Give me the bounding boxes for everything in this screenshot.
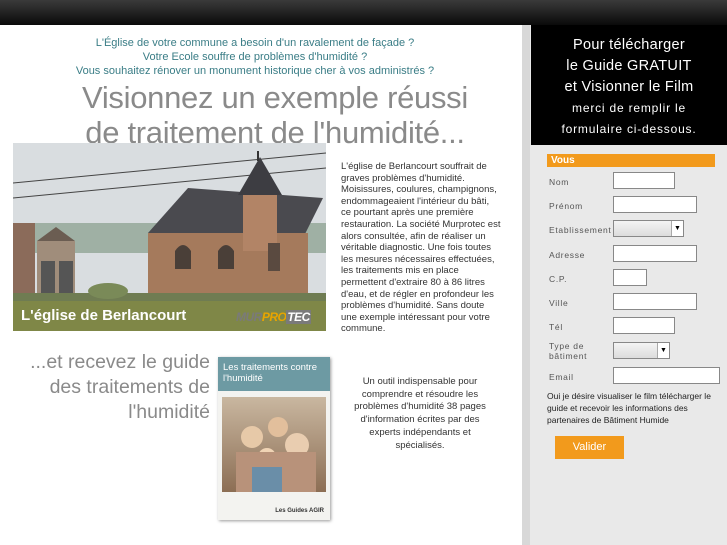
label-cp: C.P. [549, 274, 568, 284]
tel-input[interactable] [613, 317, 675, 334]
intro-line: Votre Ecole souffre de problèmes d'humid… [142, 51, 368, 63]
book-title: Les traitements contre l'humidité [223, 362, 317, 384]
nom-input[interactable] [613, 172, 675, 189]
top-bar [0, 0, 727, 25]
chevron-down-icon: ▼ [657, 343, 669, 358]
etablissement-select[interactable]: ▼ [613, 220, 684, 237]
book-family-photo [222, 397, 326, 492]
headline: Visionnez un exemple réussi de traitemen… [45, 80, 505, 150]
label-adresse: Adresse [549, 250, 586, 260]
book-brand: Les Guides AGIR [275, 508, 324, 514]
guide-heading-line: ...et recevez le guide [30, 351, 210, 373]
photo-caption-bar: L'église de Berlancourt MURPROTEC [13, 301, 326, 331]
label-tel: Tél [549, 322, 563, 332]
adresse-input[interactable] [613, 245, 697, 262]
intro-line: Vous souhaitez rénover un monument histo… [75, 65, 435, 77]
label-email: Email [549, 372, 574, 382]
cp-input[interactable] [613, 269, 647, 286]
guide-heading: ...et recevez le guide des traitements d… [10, 350, 210, 425]
label-type-batiment: Type de bâtiment [549, 341, 588, 361]
cta-line: le Guide GRATUIT [566, 58, 692, 74]
church-photo[interactable]: L'église de Berlancourt MURPROTEC [13, 143, 326, 331]
intro-line: L'Église de votre commune a besoin d'un … [95, 37, 415, 49]
photo-caption: L'église de Berlancourt [21, 307, 187, 324]
label-nom: Nom [549, 177, 570, 187]
cta-line: merci de remplir le [572, 101, 686, 115]
label-ville: Ville [549, 298, 569, 308]
label-etablissement: Etablissement [549, 225, 612, 235]
ville-input[interactable] [613, 293, 697, 310]
cta-line: formulaire ci-dessous. [561, 122, 697, 136]
column-divider [522, 25, 530, 545]
book-header: Les traitements contre l'humidité [218, 357, 330, 391]
story-text: L'église de Berlancourt souffrait de gra… [341, 161, 501, 335]
intro-questions: L'Église de votre commune a besoin d'un … [0, 36, 510, 78]
label-prenom: Prénom [549, 201, 583, 211]
cta-line: et Visionner le Film [564, 79, 694, 95]
cta-line: Pour télécharger [573, 37, 685, 53]
murprotec-logo: MURPROTEC [236, 310, 311, 324]
type-batiment-select[interactable]: ▼ [613, 342, 670, 359]
submit-button[interactable]: Valider [555, 436, 624, 459]
consent-text: Oui je désire visualiser le film télécha… [547, 391, 711, 425]
email-input[interactable] [613, 367, 720, 384]
guide-description: Un outil indispensable pour comprendre e… [354, 376, 486, 451]
chevron-down-icon: ▼ [671, 221, 683, 236]
cta-box: Pour télécharger le Guide GRATUIT et Vis… [531, 25, 727, 145]
form-section-header: Vous [547, 154, 715, 167]
guide-book-cover[interactable]: Les traitements contre l'humidité Les Gu… [218, 357, 330, 520]
guide-heading-line: des traitements de [49, 376, 210, 398]
headline-line: Visionnez un exemple réussi [82, 80, 468, 115]
prenom-input[interactable] [613, 196, 697, 213]
guide-heading-line: l'humidité [128, 401, 210, 423]
